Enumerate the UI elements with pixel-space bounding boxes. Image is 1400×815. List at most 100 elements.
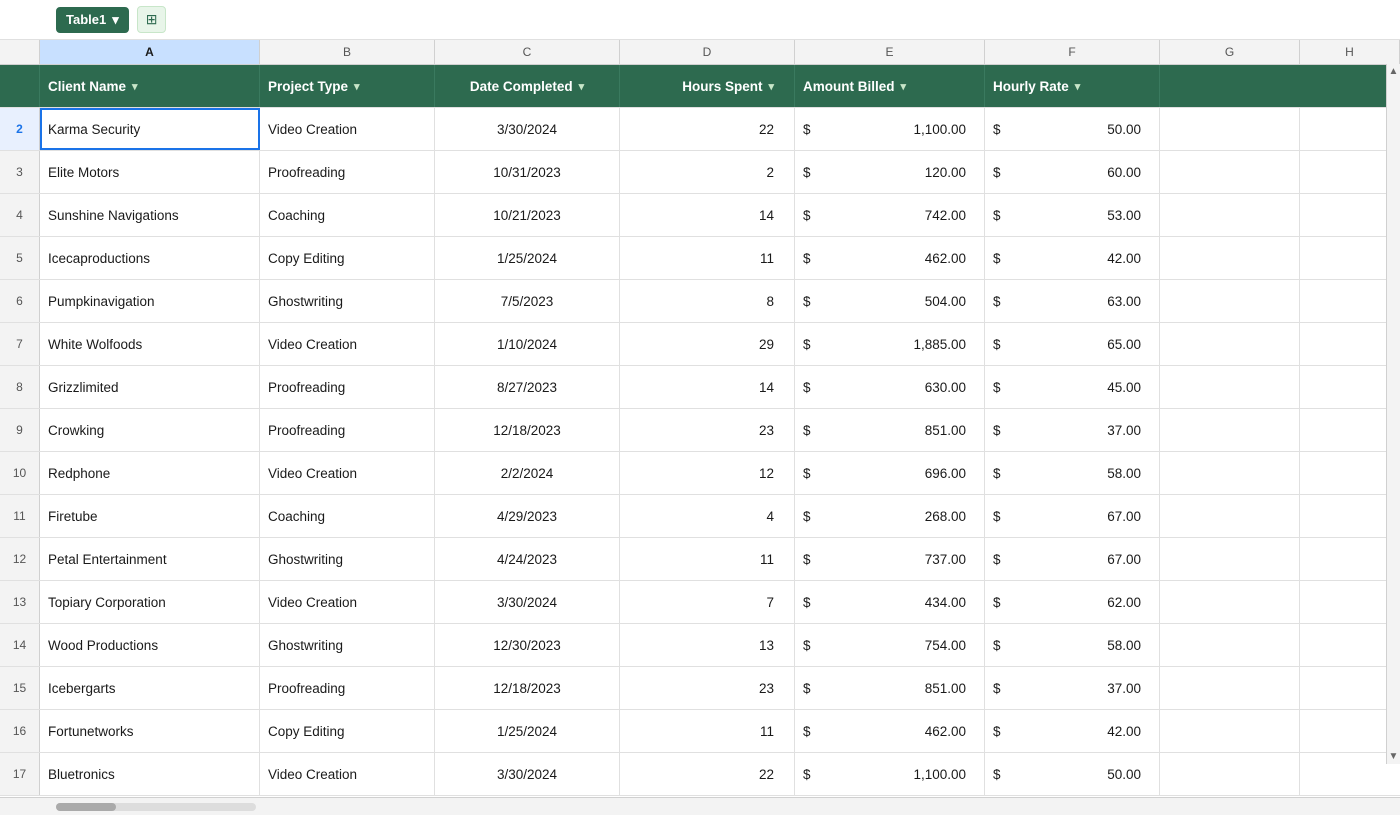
cell-client-name[interactable]: Icebergarts (40, 667, 260, 709)
cell-hours-spent[interactable]: 23 (620, 409, 795, 451)
cell-project-type[interactable]: Proofreading (260, 366, 435, 408)
cell-hourly-rate[interactable]: $ 60.00 (985, 151, 1160, 193)
cell-hourly-rate[interactable]: $ 67.00 (985, 538, 1160, 580)
col-letter-b[interactable]: B (260, 40, 435, 64)
cell-hours-spent[interactable]: 22 (620, 108, 795, 150)
cell-hours-spent[interactable]: 2 (620, 151, 795, 193)
table-row[interactable]: 12 Petal Entertainment Ghostwriting 4/24… (0, 538, 1400, 581)
cell-hourly-rate[interactable]: $ 65.00 (985, 323, 1160, 365)
cell-client-name[interactable]: Icecaproductions (40, 237, 260, 279)
cell-date-completed[interactable]: 3/30/2024 (435, 108, 620, 150)
cell-project-type[interactable]: Copy Editing (260, 710, 435, 752)
cell-amount-billed[interactable]: $ 504.00 (795, 280, 985, 322)
cell-date-completed[interactable]: 10/31/2023 (435, 151, 620, 193)
project-type-dropdown-icon[interactable]: ▾ (354, 80, 360, 93)
cell-hourly-rate[interactable]: $ 50.00 (985, 753, 1160, 795)
cell-client-name[interactable]: Firetube (40, 495, 260, 537)
header-hours-spent[interactable]: Hours Spent ▾ (620, 65, 795, 107)
cell-date-completed[interactable]: 4/24/2023 (435, 538, 620, 580)
cell-client-name[interactable]: Pumpkinavigation (40, 280, 260, 322)
cell-amount-billed[interactable]: $ 462.00 (795, 710, 985, 752)
horizontal-scrollbar-thumb[interactable] (56, 803, 116, 811)
table-row[interactable]: 15 Icebergarts Proofreading 12/18/2023 2… (0, 667, 1400, 710)
cell-date-completed[interactable]: 8/27/2023 (435, 366, 620, 408)
cell-hourly-rate[interactable]: $ 62.00 (985, 581, 1160, 623)
col-letter-d[interactable]: D (620, 40, 795, 64)
cell-hours-spent[interactable]: 11 (620, 538, 795, 580)
cell-date-completed[interactable]: 10/21/2023 (435, 194, 620, 236)
table-row[interactable]: 10 Redphone Video Creation 2/2/2024 12 $… (0, 452, 1400, 495)
cell-client-name[interactable]: Grizzlimited (40, 366, 260, 408)
table-row[interactable]: 6 Pumpkinavigation Ghostwriting 7/5/2023… (0, 280, 1400, 323)
cell-hourly-rate[interactable]: $ 37.00 (985, 667, 1160, 709)
cell-amount-billed[interactable]: $ 434.00 (795, 581, 985, 623)
cell-client-name[interactable]: Elite Motors (40, 151, 260, 193)
table-row[interactable]: 9 Crowking Proofreading 12/18/2023 23 $ … (0, 409, 1400, 452)
table-row[interactable]: 16 Fortunetworks Copy Editing 1/25/2024 … (0, 710, 1400, 753)
cell-project-type[interactable]: Proofreading (260, 151, 435, 193)
cell-client-name[interactable]: Petal Entertainment (40, 538, 260, 580)
cell-hours-spent[interactable]: 14 (620, 366, 795, 408)
cell-hourly-rate[interactable]: $ 50.00 (985, 108, 1160, 150)
table-row[interactable]: 5 Icecaproductions Copy Editing 1/25/202… (0, 237, 1400, 280)
cell-date-completed[interactable]: 1/25/2024 (435, 710, 620, 752)
col-letter-e[interactable]: E (795, 40, 985, 64)
cell-amount-billed[interactable]: $ 120.00 (795, 151, 985, 193)
col-letter-h[interactable]: H (1300, 40, 1400, 64)
table-row[interactable]: 13 Topiary Corporation Video Creation 3/… (0, 581, 1400, 624)
cell-date-completed[interactable]: 12/30/2023 (435, 624, 620, 666)
table-row[interactable]: 3 Elite Motors Proofreading 10/31/2023 2… (0, 151, 1400, 194)
amount-billed-dropdown-icon[interactable]: ▾ (901, 80, 907, 93)
table-grid-icon-button[interactable]: ⊞ (137, 6, 167, 33)
table-row[interactable]: 2 Karma Security Video Creation 3/30/202… (0, 108, 1400, 151)
cell-hourly-rate[interactable]: $ 58.00 (985, 452, 1160, 494)
cell-date-completed[interactable]: 3/30/2024 (435, 753, 620, 795)
cell-client-name[interactable]: Topiary Corporation (40, 581, 260, 623)
cell-project-type[interactable]: Video Creation (260, 753, 435, 795)
col-letter-g[interactable]: G (1160, 40, 1300, 64)
cell-project-type[interactable]: Coaching (260, 194, 435, 236)
col-letter-f[interactable]: F (985, 40, 1160, 64)
cell-amount-billed[interactable]: $ 851.00 (795, 409, 985, 451)
cell-date-completed[interactable]: 7/5/2023 (435, 280, 620, 322)
cell-project-type[interactable]: Ghostwriting (260, 624, 435, 666)
table-row[interactable]: 4 Sunshine Navigations Coaching 10/21/20… (0, 194, 1400, 237)
cell-hours-spent[interactable]: 8 (620, 280, 795, 322)
table-name-button[interactable]: Table1 ▾ (56, 7, 129, 33)
cell-client-name[interactable]: Karma Security (40, 108, 260, 150)
scroll-down-arrow[interactable]: ▼ (1389, 751, 1399, 762)
cell-hours-spent[interactable]: 7 (620, 581, 795, 623)
cell-date-completed[interactable]: 12/18/2023 (435, 409, 620, 451)
cell-hours-spent[interactable]: 11 (620, 237, 795, 279)
header-date-completed[interactable]: Date Completed ▾ (435, 65, 620, 107)
cell-project-type[interactable]: Coaching (260, 495, 435, 537)
cell-project-type[interactable]: Video Creation (260, 323, 435, 365)
header-project-type[interactable]: Project Type ▾ (260, 65, 435, 107)
cell-project-type[interactable]: Ghostwriting (260, 280, 435, 322)
cell-hourly-rate[interactable]: $ 37.00 (985, 409, 1160, 451)
vertical-scrollbar[interactable]: ▲ ▼ (1386, 64, 1400, 764)
cell-hours-spent[interactable]: 14 (620, 194, 795, 236)
cell-client-name[interactable]: Sunshine Navigations (40, 194, 260, 236)
header-client-name[interactable]: Client Name ▾ (40, 65, 260, 107)
cell-client-name[interactable]: Wood Productions (40, 624, 260, 666)
cell-amount-billed[interactable]: $ 1,100.00 (795, 108, 985, 150)
col-letter-a[interactable]: A (40, 40, 260, 64)
cell-hours-spent[interactable]: 29 (620, 323, 795, 365)
cell-hourly-rate[interactable]: $ 58.00 (985, 624, 1160, 666)
header-hourly-rate[interactable]: Hourly Rate ▾ (985, 65, 1160, 107)
cell-date-completed[interactable]: 1/25/2024 (435, 237, 620, 279)
cell-hourly-rate[interactable]: $ 42.00 (985, 237, 1160, 279)
cell-date-completed[interactable]: 3/30/2024 (435, 581, 620, 623)
cell-hourly-rate[interactable]: $ 45.00 (985, 366, 1160, 408)
cell-amount-billed[interactable]: $ 696.00 (795, 452, 985, 494)
cell-project-type[interactable]: Video Creation (260, 108, 435, 150)
cell-client-name[interactable]: Fortunetworks (40, 710, 260, 752)
cell-hourly-rate[interactable]: $ 42.00 (985, 710, 1160, 752)
cell-amount-billed[interactable]: $ 462.00 (795, 237, 985, 279)
cell-hours-spent[interactable]: 4 (620, 495, 795, 537)
col-letter-c[interactable]: C (435, 40, 620, 64)
table-row[interactable]: 11 Firetube Coaching 4/29/2023 4 $ 268.0… (0, 495, 1400, 538)
cell-amount-billed[interactable]: $ 268.00 (795, 495, 985, 537)
cell-amount-billed[interactable]: $ 1,885.00 (795, 323, 985, 365)
